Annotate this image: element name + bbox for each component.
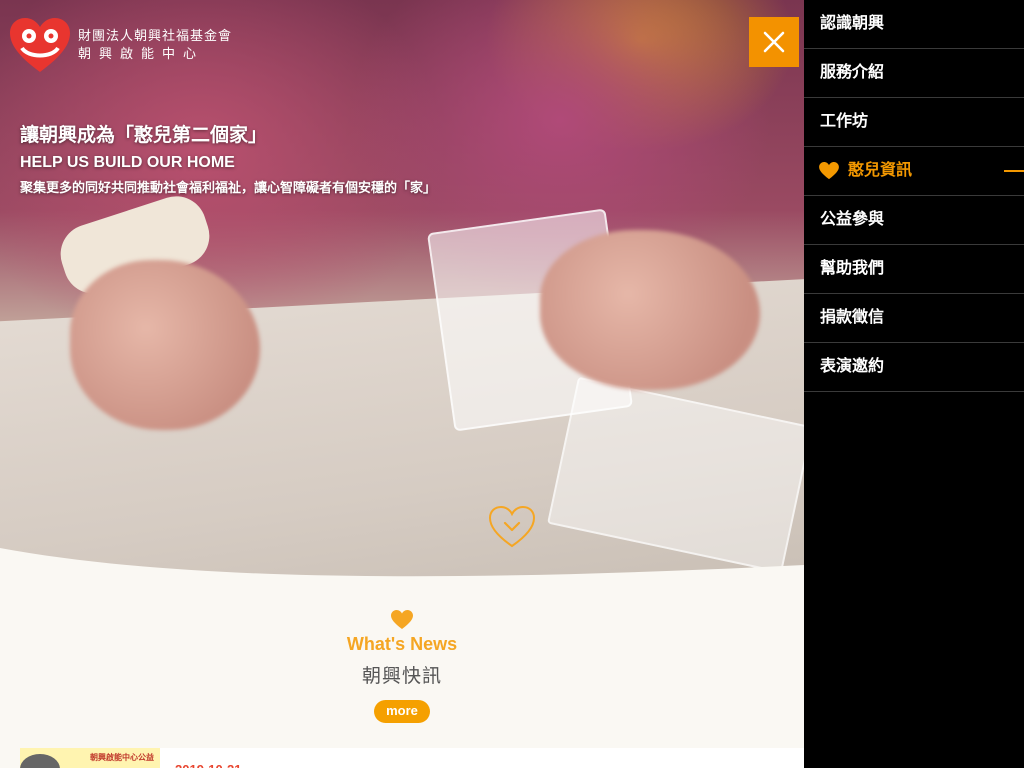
- nav-item-donations[interactable]: 捐款徵信: [804, 294, 1024, 343]
- nav-item-info[interactable]: 憨兒資訊: [804, 147, 1024, 196]
- nav-item-label: 幫助我們: [820, 258, 885, 277]
- close-menu-button[interactable]: [749, 17, 799, 67]
- nav-item-label: 服務介紹: [820, 62, 885, 81]
- nav-item-label: 憨兒資訊: [848, 160, 913, 179]
- logo-heart-icon: [10, 18, 70, 72]
- close-icon: [763, 31, 785, 53]
- nav-item-workshop[interactable]: 工作坊: [804, 98, 1024, 147]
- news-heading-zh: 朝興快訊: [361, 665, 442, 687]
- hero-description: 聚集更多的同好共同推動社會福利福祉，讓心智障礙者有個安穩的「家」: [20, 181, 437, 196]
- news-heading-en: What's News: [346, 634, 458, 654]
- hero-photo-hand-left: [70, 260, 260, 430]
- logo-text: 財團法人朝興社福基金會 朝興啟能中心: [78, 28, 232, 64]
- hero-bottom-curve: [0, 548, 804, 600]
- news-date: 2019-10-21: [175, 762, 242, 768]
- nav-item-participate[interactable]: 公益參與: [804, 196, 1024, 245]
- logo-name-line2: 朝興啟能中心: [78, 47, 205, 62]
- active-indicator: [1004, 170, 1024, 172]
- whats-news-section: What's News 朝興快訊 more: [0, 610, 804, 723]
- hero-copy: 讓朝興成為「憨兒第二個家」 HELP US BUILD OUR HOME 聚集更…: [20, 120, 436, 202]
- nav-item-label: 表演邀約: [820, 356, 885, 375]
- nav-item-about[interactable]: 認識朝興: [804, 0, 1024, 49]
- nav-item-performance[interactable]: 表演邀約: [804, 343, 1024, 392]
- news-thumbnail-caption: 朝興啟能中心公益: [90, 753, 154, 762]
- heart-icon: [391, 610, 413, 629]
- nav-item-label: 工作坊: [820, 111, 869, 130]
- scroll-down-heart-icon[interactable]: [488, 505, 536, 549]
- hero-banner: 財團法人朝興社福基金會 朝興啟能中心 讓朝興成為「憨兒第二個家」 HELP US…: [0, 0, 804, 600]
- nav-item-label: 公益參與: [820, 209, 885, 228]
- nav-item-services[interactable]: 服務介紹: [804, 49, 1024, 98]
- site-logo[interactable]: 財團法人朝興社福基金會 朝興啟能中心: [10, 18, 232, 74]
- logo-name-line1: 財團法人朝興社福基金會: [78, 29, 233, 44]
- side-navigation: 認識朝興 服務介紹 工作坊 憨兒資訊 公益參與 幫助我們 捐款徵信 表演邀約: [804, 0, 1024, 768]
- main-content: 財團法人朝興社福基金會 朝興啟能中心 讓朝興成為「憨兒第二個家」 HELP US…: [0, 0, 804, 768]
- nav-item-label: 捐款徵信: [820, 307, 885, 326]
- nav-item-help-us[interactable]: 幫助我們: [804, 245, 1024, 294]
- news-thumbnail-shape: [20, 754, 60, 768]
- nav-item-label: 認識朝興: [820, 13, 885, 32]
- heart-icon: [819, 162, 839, 180]
- news-thumbnail: 朝興啟能中心公益: [20, 748, 160, 768]
- news-more-button[interactable]: more: [374, 700, 430, 723]
- hero-subtitle-en: HELP US BUILD OUR HOME: [20, 154, 235, 171]
- news-list-item[interactable]: 朝興啟能中心公益 2019-10-21: [20, 748, 804, 768]
- hero-title: 讓朝興成為「憨兒第二個家」: [20, 124, 268, 146]
- hero-photo-hand-right: [540, 230, 760, 390]
